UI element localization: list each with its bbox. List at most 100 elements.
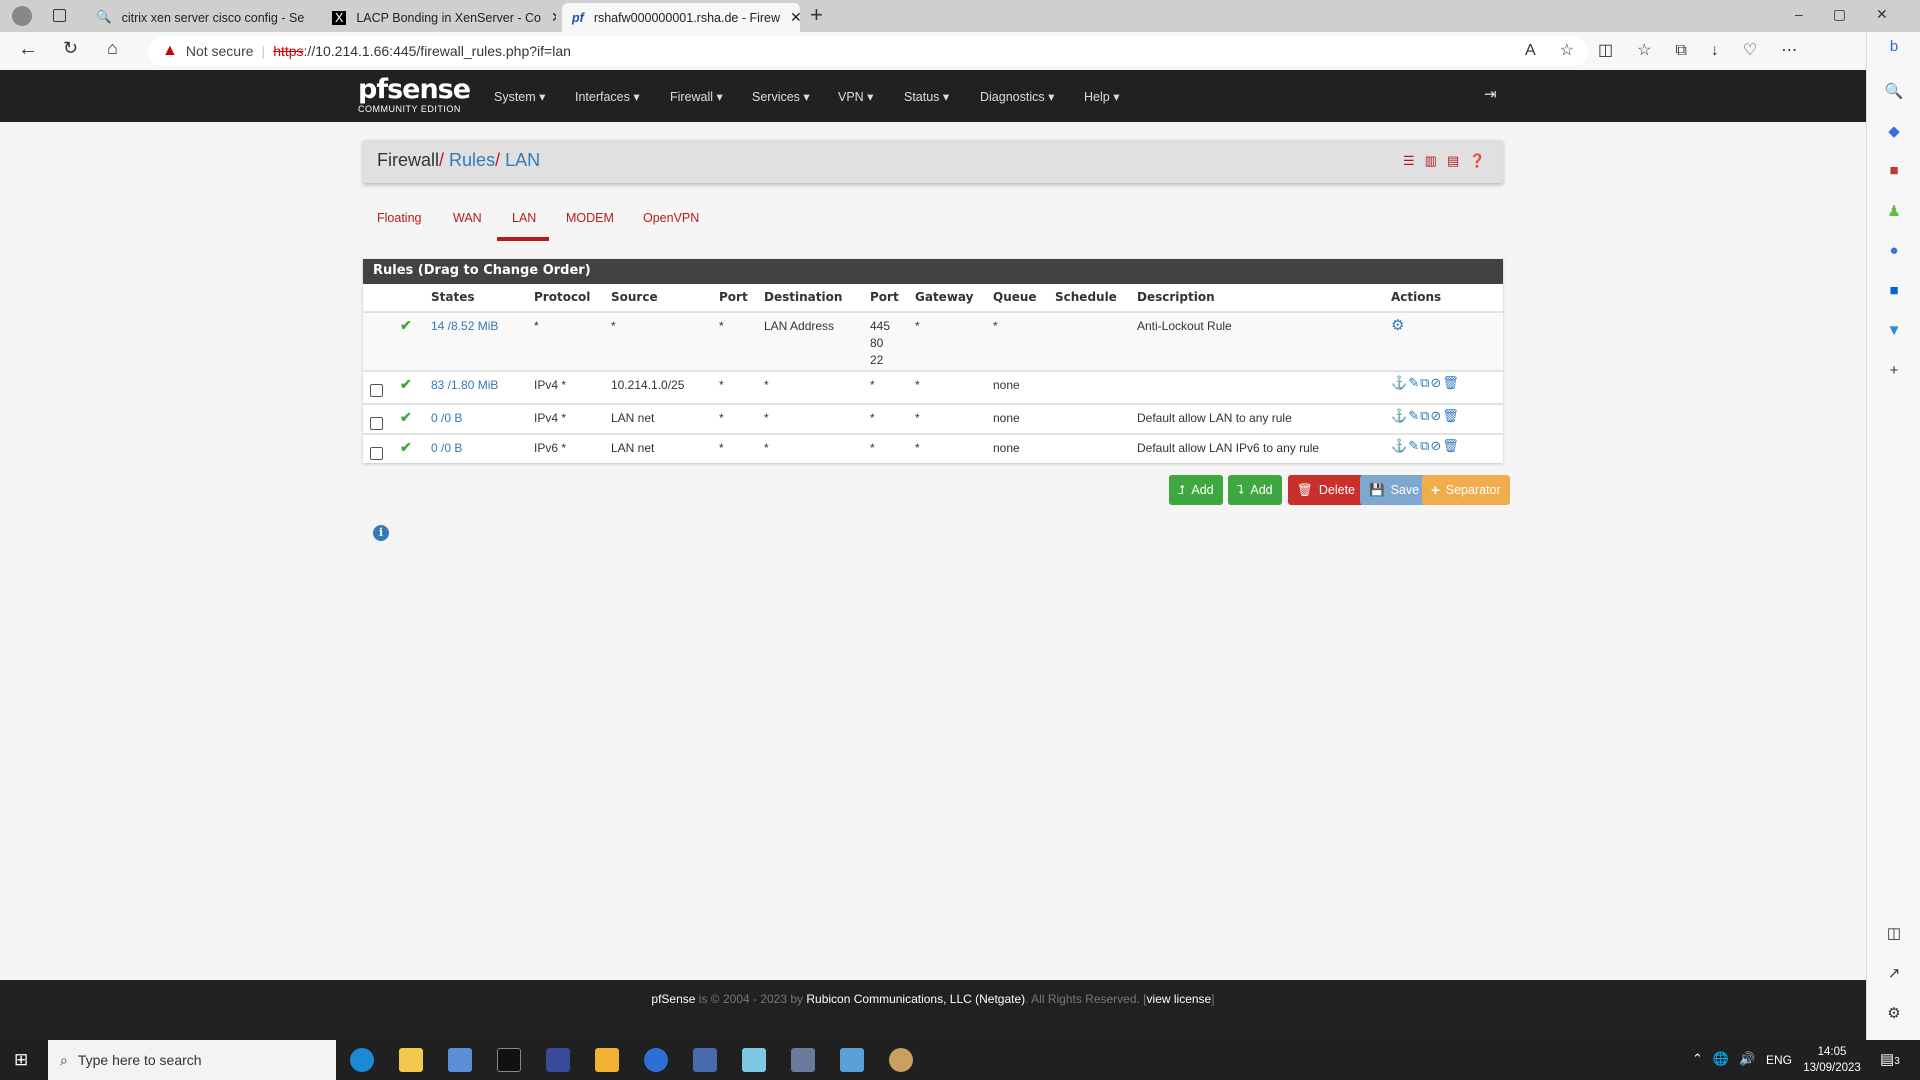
settings-sliders-icon[interactable]: ☰ <box>1403 153 1425 168</box>
breadcrumb-rules[interactable]: Rules <box>449 150 495 170</box>
app-icon[interactable] <box>742 1048 766 1072</box>
tab-lan[interactable]: LAN <box>512 211 536 225</box>
home-icon[interactable]: ⌂ <box>107 38 118 59</box>
delete-button[interactable]: 🗑 Delete <box>1288 475 1365 505</box>
gear-icon[interactable]: ⚙ <box>1391 316 1405 334</box>
disable-icon[interactable]: ⊘ <box>1430 438 1442 453</box>
games-icon[interactable]: ♟ <box>1884 202 1904 222</box>
trash-icon[interactable]: 🗑 <box>1442 438 1460 453</box>
nav-vpn[interactable]: VPN ▾ <box>838 89 873 104</box>
app-icon[interactable] <box>546 1048 570 1072</box>
company-link[interactable]: Rubicon Communications, LLC (Netgate) <box>806 992 1025 1006</box>
language-indicator[interactable]: ENG <box>1766 1053 1792 1067</box>
breadcrumb-lan[interactable]: LAN <box>505 150 540 170</box>
states-link[interactable]: 14 /8.52 MiB <box>431 319 498 333</box>
table-row[interactable]: ✔ 14 /8.52 MiB * * * LAN Address 445 80 22 * * Anti… <box>363 311 1503 370</box>
new-tab-button[interactable]: + <box>810 2 823 28</box>
tab-modem[interactable]: MODEM <box>566 211 614 225</box>
check-icon[interactable]: ✔ <box>400 376 412 393</box>
edge-icon[interactable] <box>350 1048 374 1072</box>
settings-icon[interactable]: ⚙ <box>1884 1004 1904 1024</box>
copy-icon[interactable]: ⧉ <box>1420 408 1430 423</box>
states-link[interactable]: 83 /1.80 MiB <box>431 378 498 392</box>
clock[interactable]: 14:05 13/09/2023 <box>1802 1044 1862 1076</box>
anchor-icon[interactable]: ⚓ <box>1391 438 1408 453</box>
disable-icon[interactable]: ⊘ <box>1430 375 1442 390</box>
sidebar-toggle-icon[interactable]: ◫ <box>1884 924 1904 944</box>
check-icon[interactable]: ✔ <box>400 317 412 334</box>
logout-icon[interactable]: ⇥ <box>1484 85 1497 103</box>
search-icon[interactable]: 🔍 <box>1884 82 1904 102</box>
nav-interfaces[interactable]: Interfaces ▾ <box>575 89 640 104</box>
office-icon[interactable]: ● <box>1884 242 1904 262</box>
app-icon[interactable] <box>840 1048 864 1072</box>
tab-floating[interactable]: Floating <box>377 211 421 225</box>
window-controls[interactable]: –▢✕ <box>1795 6 1918 23</box>
tray-icons[interactable]: ⌃🌐🔊 <box>1692 1051 1765 1067</box>
add-top-button[interactable]: ⮥ Add <box>1169 475 1223 505</box>
xen-icon[interactable] <box>644 1048 668 1072</box>
row-checkbox[interactable] <box>370 447 383 460</box>
close-icon[interactable]: ✕ <box>314 9 316 26</box>
url-field[interactable]: ▲ Not secure | https://10.214.1.66:445/f… <box>148 36 1588 66</box>
states-link[interactable]: 0 /0 B <box>431 411 462 425</box>
drop-icon[interactable]: ▼ <box>1884 322 1904 342</box>
terminal-icon[interactable] <box>497 1048 521 1072</box>
nav-firewall[interactable]: Firewall ▾ <box>670 89 723 104</box>
windows-start-icon[interactable]: ⊞ <box>14 1050 28 1070</box>
taskbar-search[interactable]: ⌕ Type here to search <box>48 1040 336 1080</box>
browser-tab-active[interactable]: pf rshafw000000001.rsha.de - Firew ✕ <box>562 3 800 32</box>
edit-icon[interactable]: ✎ <box>1408 375 1420 390</box>
trash-icon[interactable]: 🗑 <box>1442 408 1460 423</box>
external-icon[interactable]: ↗ <box>1884 964 1904 984</box>
tab-actions-icon[interactable] <box>53 9 66 22</box>
profile-icon[interactable] <box>12 6 32 26</box>
check-icon[interactable]: ✔ <box>400 439 412 456</box>
tab-openvpn[interactable]: OpenVPN <box>643 211 699 225</box>
save-button[interactable]: 💾 Save <box>1360 475 1429 505</box>
row-checkbox[interactable] <box>370 417 383 430</box>
edit-icon[interactable]: ✎ <box>1408 408 1420 423</box>
help-icon[interactable]: ❓ <box>1469 153 1495 168</box>
browser-tab[interactable]: 🔍citrix xen server cisco config - Se✕ <box>86 3 316 32</box>
nav-diagnostics[interactable]: Diagnostics ▾ <box>980 89 1054 104</box>
anchor-icon[interactable]: ⚓ <box>1391 408 1408 423</box>
paint-icon[interactable] <box>889 1048 913 1072</box>
add-icon[interactable]: + <box>1884 362 1904 382</box>
row-checkbox[interactable] <box>370 384 383 397</box>
refresh-icon[interactable]: ↻ <box>63 38 78 59</box>
table-row[interactable]: ✔ 0 /0 B IPv6 * LAN net * * * * none Default allo… <box>363 433 1503 463</box>
states-link[interactable]: 0 /0 B <box>431 441 462 455</box>
bing-icon[interactable]: b <box>1884 38 1904 58</box>
add-bottom-button[interactable]: ⮧ Add <box>1228 475 1282 505</box>
shopping-icon[interactable]: ◆ <box>1884 122 1904 142</box>
back-icon[interactable]: ← <box>18 38 38 61</box>
chart-icon[interactable]: ▥ <box>1425 153 1447 168</box>
log-icon[interactable]: ▤ <box>1447 153 1469 168</box>
nav-system[interactable]: System ▾ <box>494 89 545 104</box>
table-row[interactable]: ✔ 0 /0 B IPv4 * LAN net * * * * none Default allo… <box>363 403 1503 433</box>
nav-help[interactable]: Help ▾ <box>1084 89 1119 104</box>
trash-icon[interactable]: 🗑 <box>1442 375 1460 390</box>
close-icon[interactable]: ✕ <box>551 9 556 26</box>
nav-status[interactable]: Status ▾ <box>904 89 949 104</box>
nav-services[interactable]: Services ▾ <box>752 89 810 104</box>
browser-tab[interactable]: XLACP Bonding in XenServer - Co✕ <box>322 3 556 32</box>
app-icon[interactable] <box>448 1048 472 1072</box>
table-row[interactable]: ✔ 83 /1.80 MiB IPv4 * 10.214.1.0/25 * * * * none… <box>363 370 1503 403</box>
disable-icon[interactable]: ⊘ <box>1430 408 1442 423</box>
anchor-icon[interactable]: ⚓ <box>1391 375 1408 390</box>
notifications-icon[interactable]: ▤3 <box>1880 1050 1900 1068</box>
close-icon[interactable]: ✕ <box>790 9 800 26</box>
mail-icon[interactable] <box>595 1048 619 1072</box>
tab-wan[interactable]: WAN <box>453 211 482 225</box>
tools-icon[interactable]: ■ <box>1884 162 1904 182</box>
edit-icon[interactable]: ✎ <box>1408 438 1420 453</box>
pfsense-logo[interactable]: pfsense COMMUNITY EDITION <box>358 76 471 115</box>
outlook-icon[interactable]: ■ <box>1884 282 1904 302</box>
view-license-link[interactable]: view license <box>1147 992 1212 1006</box>
copy-icon[interactable]: ⧉ <box>1420 438 1430 453</box>
calculator-icon[interactable] <box>791 1048 815 1072</box>
explorer-icon[interactable] <box>399 1048 423 1072</box>
app-icon[interactable] <box>693 1048 717 1072</box>
